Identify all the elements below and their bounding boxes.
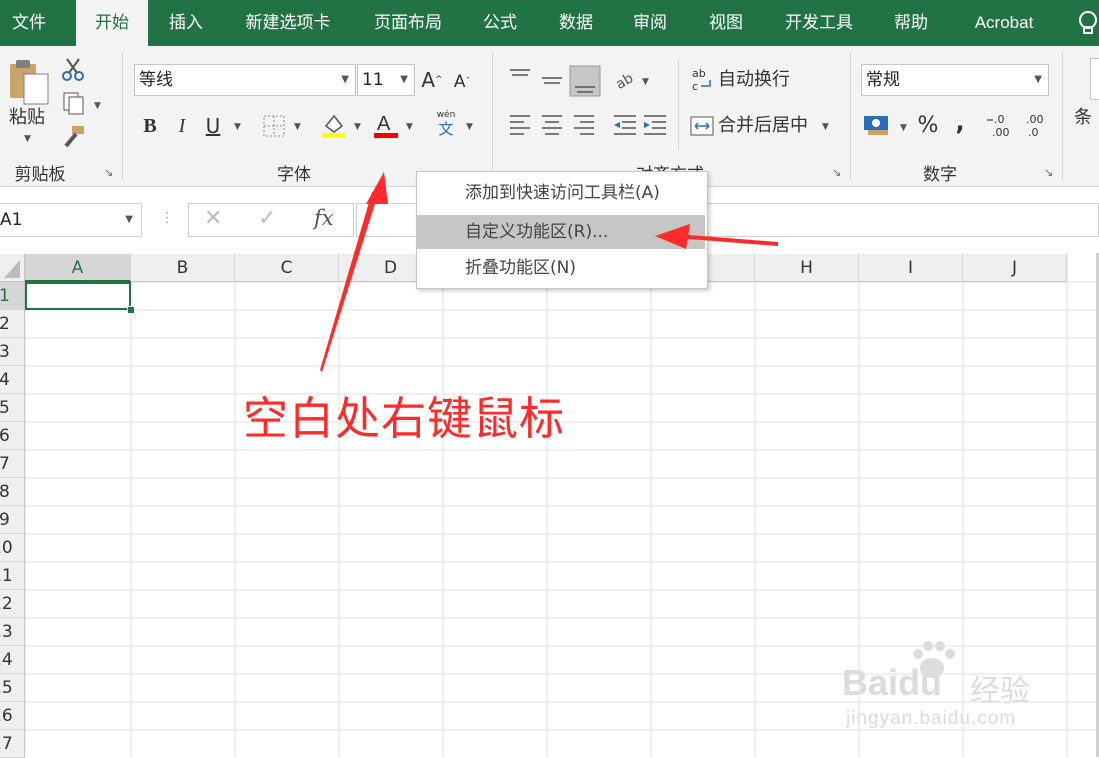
paw-icon	[906, 640, 958, 680]
arrow-to-ribbon	[320, 192, 378, 372]
baidu-watermark: Baidu 经验 jingyan.baidu.com	[842, 640, 1052, 750]
annotation-text: 空白处右键鼠标	[243, 392, 566, 445]
arrow-to-menu-item	[676, 234, 778, 246]
arrowhead-up	[366, 172, 388, 204]
watermark-brand-cn: 经验	[970, 674, 1030, 709]
watermark-url: jingyan.baidu.com	[846, 708, 1017, 729]
arrowhead-left	[655, 224, 690, 249]
